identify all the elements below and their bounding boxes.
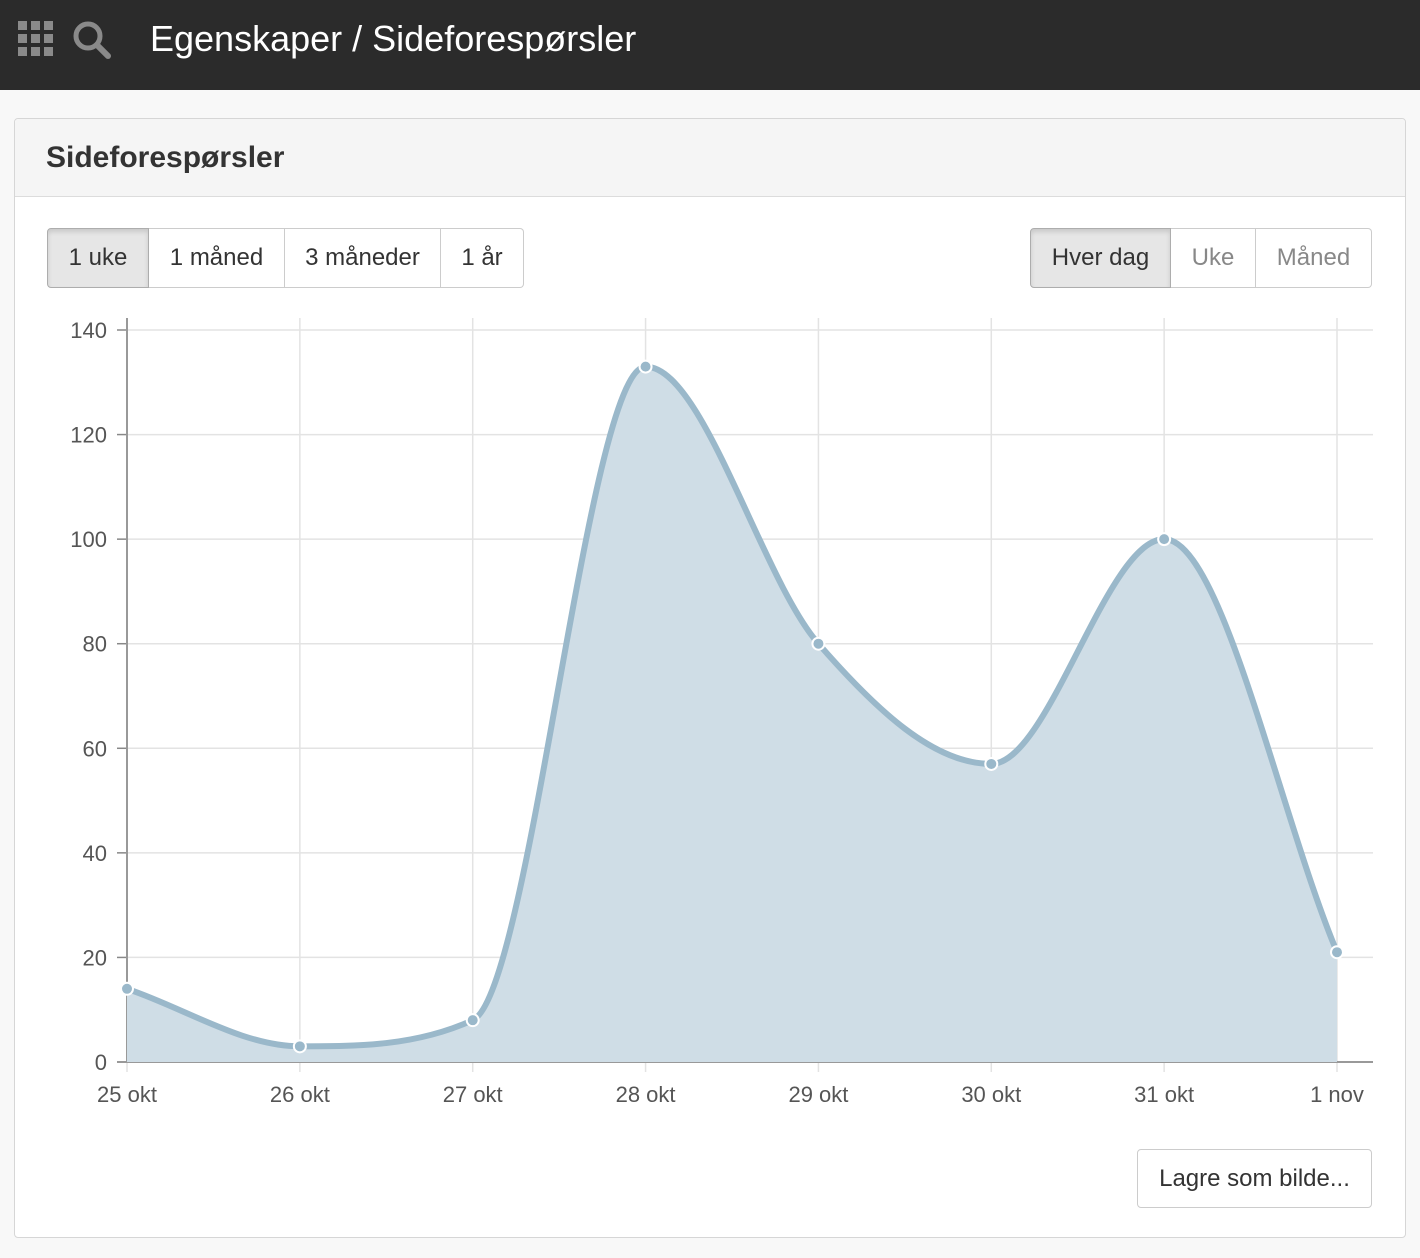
x-tick-label: 27 okt <box>443 1082 503 1107</box>
x-tick-label: 31 okt <box>1134 1082 1194 1107</box>
page-requests-panel: Sideforespørsler 1 uke 1 måned 3 måneder… <box>14 118 1406 1238</box>
y-tick-label: 20 <box>83 945 107 970</box>
y-tick-label: 60 <box>83 736 107 761</box>
x-tick-label: 25 okt <box>97 1082 157 1107</box>
data-point <box>811 636 826 651</box>
data-point <box>1330 945 1344 960</box>
save-as-image-button[interactable]: Lagre som bilde... <box>1137 1149 1372 1208</box>
data-point <box>292 1039 307 1054</box>
y-tick-label: 120 <box>70 423 107 448</box>
x-tick-label: 28 okt <box>616 1082 676 1107</box>
data-point <box>120 981 134 996</box>
x-tick-label: 26 okt <box>270 1082 330 1107</box>
data-point <box>638 359 653 374</box>
y-tick-label: 40 <box>83 841 107 866</box>
y-tick-label: 140 <box>70 318 107 343</box>
top-bar: Egenskaper / Sideforespørsler <box>0 0 1420 90</box>
page-title: Egenskaper / Sideforespørsler <box>150 18 637 59</box>
y-tick-label: 0 <box>95 1050 107 1075</box>
x-tick-label: 1 nov <box>1310 1082 1364 1107</box>
page-requests-chart: 0 20 40 60 80 100 120 140 25 okt 26 okt 27 okt 28 o… <box>70 318 1373 1107</box>
y-tick-label: 100 <box>70 527 107 552</box>
y-tick-label: 80 <box>83 632 107 657</box>
grid-icon[interactable] <box>18 21 54 57</box>
data-point <box>1157 532 1172 547</box>
data-point <box>984 756 999 771</box>
x-tick-label: 29 okt <box>788 1082 848 1107</box>
search-icon[interactable] <box>72 20 112 60</box>
x-tick-label: 30 okt <box>961 1082 1021 1107</box>
data-point <box>465 1013 480 1028</box>
